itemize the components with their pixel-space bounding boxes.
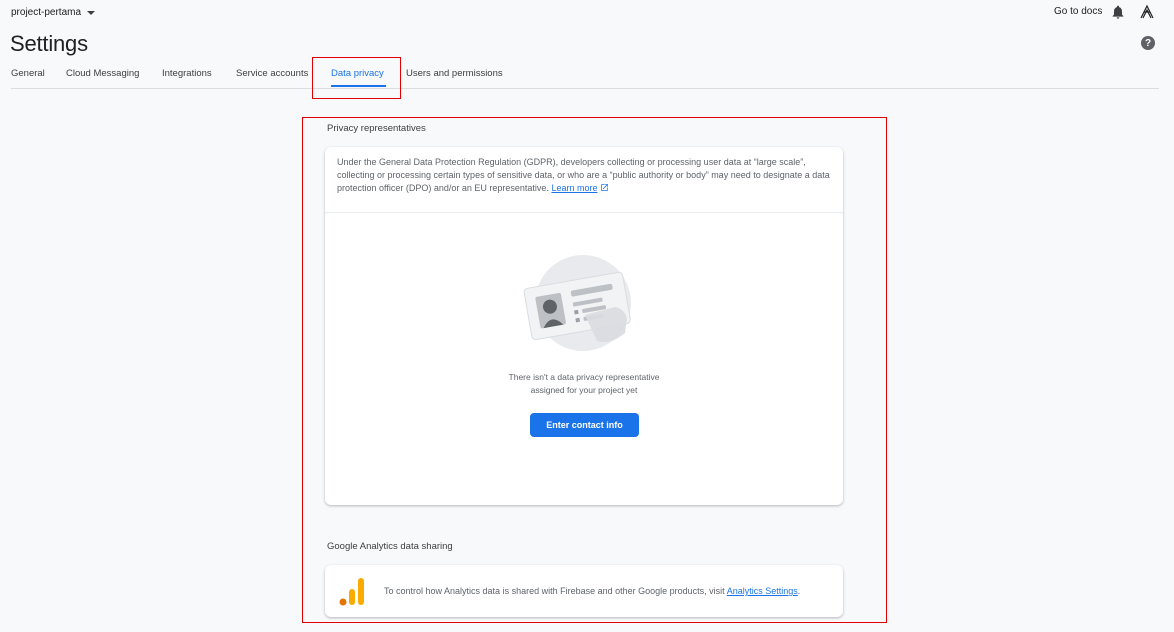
account-avatar-icon[interactable]: [1139, 4, 1155, 20]
tab-cloud-messaging[interactable]: Cloud Messaging: [66, 68, 139, 79]
help-icon[interactable]: ?: [1141, 36, 1155, 50]
settings-tabs: General Cloud Messaging Integrations Ser…: [11, 62, 1159, 89]
top-header: project-pertama Settings Go to docs ? Ge…: [0, 0, 1174, 110]
bell-icon[interactable]: [1110, 4, 1126, 20]
tab-users-and-permissions[interactable]: Users and permissions: [406, 68, 503, 79]
chevron-down-icon: [87, 11, 96, 15]
tab-integrations[interactable]: Integrations: [162, 68, 212, 79]
highlight-box-content: [302, 117, 887, 623]
tab-general[interactable]: General: [11, 68, 45, 79]
page-title: Settings: [10, 31, 88, 56]
project-selector[interactable]: project-pertama: [11, 7, 96, 18]
highlight-box-tab: [312, 57, 401, 99]
go-to-docs-link[interactable]: Go to docs: [1054, 6, 1102, 17]
tab-service-accounts[interactable]: Service accounts: [236, 68, 308, 79]
project-name: project-pertama: [11, 7, 82, 18]
